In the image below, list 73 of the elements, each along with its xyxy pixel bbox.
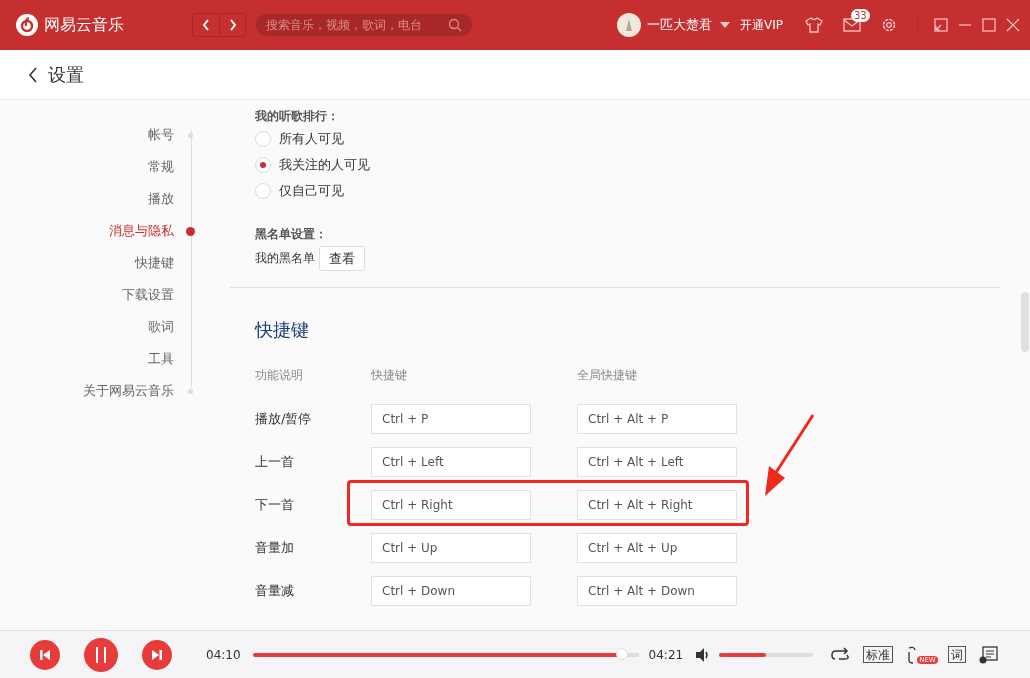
duration-time: 04:21 xyxy=(648,647,684,662)
lyrics-button[interactable]: 词 xyxy=(947,646,966,663)
sidebar-item[interactable]: 下载设置 xyxy=(122,286,174,304)
user-name[interactable]: 一匹大楚君 xyxy=(647,16,712,34)
section-title: 黑名单设置： xyxy=(255,226,328,243)
radio-button[interactable] xyxy=(255,157,271,173)
timeline-dot xyxy=(188,132,193,138)
mail-icon[interactable] xyxy=(843,18,861,32)
shortcut-field[interactable]: Ctrl + Alt + Up xyxy=(577,532,737,563)
next-button[interactable] xyxy=(142,639,172,670)
mini-mode-icon[interactable] xyxy=(934,18,948,32)
dropdown-caret-icon[interactable] xyxy=(720,22,730,28)
sidebar-item[interactable]: 常规 xyxy=(148,158,174,176)
search-icon[interactable] xyxy=(448,18,462,32)
sidebar-item[interactable]: 播放 xyxy=(148,190,174,208)
view-button[interactable]: 查看 xyxy=(319,246,365,271)
column-header: 快捷键 xyxy=(371,367,408,384)
sidebar-item[interactable]: 帐号 xyxy=(148,126,174,144)
previous-icon xyxy=(39,648,51,661)
shortcut-action: 播放/暂停 xyxy=(255,409,313,428)
timeline-dot xyxy=(186,226,195,236)
page-title: 设置 xyxy=(48,62,84,87)
section-title: 我的听歌排行： xyxy=(255,108,340,125)
section-heading: 快捷键 xyxy=(255,318,310,342)
shortcut-field[interactable]: Ctrl + Alt + P xyxy=(577,403,737,434)
sidebar-item[interactable]: 关于网易云音乐 xyxy=(83,382,174,400)
radio-label[interactable]: 我关注的人可见 xyxy=(279,156,370,174)
tshirt-icon[interactable] xyxy=(805,17,823,33)
shortcut-field[interactable]: Ctrl + P xyxy=(371,403,531,434)
back-icon xyxy=(202,19,210,31)
radio-label[interactable]: 仅自己可见 xyxy=(279,182,344,200)
logo-icon xyxy=(16,14,38,36)
search-field[interactable]: 搜索音乐，视频，歌词，电台 xyxy=(256,14,472,36)
next-icon xyxy=(151,648,163,661)
shortcut-action: 下一首 xyxy=(255,495,295,514)
scrollbar-thumb[interactable] xyxy=(1021,292,1029,352)
sidebar-item[interactable]: 歌词 xyxy=(148,318,174,336)
sidebar-item[interactable]: 工具 xyxy=(148,350,174,368)
maximize-icon[interactable] xyxy=(982,18,996,32)
blacklist-label: 我的黑名单 xyxy=(255,250,315,267)
shortcut-field[interactable]: Ctrl + Left xyxy=(371,446,531,477)
shortcut-field[interactable]: Ctrl + Up xyxy=(371,532,531,563)
shortcut-action: 上一首 xyxy=(255,452,295,471)
shortcut-action: 音量减 xyxy=(255,581,295,600)
settings-icon[interactable] xyxy=(881,17,897,33)
forward-icon xyxy=(228,19,237,31)
back-icon[interactable] xyxy=(28,66,38,83)
pause-icon xyxy=(95,646,107,663)
radio-label[interactable]: 所有人可见 xyxy=(279,130,344,148)
vip-link[interactable]: 开通VIP xyxy=(740,16,783,34)
shortcut-field[interactable]: Ctrl + Down xyxy=(371,575,531,606)
quality-button[interactable]: 标准 xyxy=(863,646,894,663)
elapsed-time: 04:10 xyxy=(206,647,241,662)
avatar[interactable] xyxy=(617,13,641,37)
sidebar-item[interactable]: 快捷键 xyxy=(135,254,174,272)
timeline-dot xyxy=(188,388,193,394)
pause-button[interactable] xyxy=(84,637,118,672)
shortcut-field[interactable]: Ctrl + Right xyxy=(371,489,531,520)
playlist-icon[interactable] xyxy=(977,645,998,664)
radio-button[interactable] xyxy=(255,183,271,199)
column-header: 功能说明 xyxy=(255,367,304,384)
mail-count-badge: 33 xyxy=(851,9,870,22)
sidebar-item[interactable]: 消息与隐私 xyxy=(109,222,174,240)
previous-button[interactable] xyxy=(30,639,60,670)
app-name: 网易云音乐 xyxy=(44,14,124,36)
progress-handle[interactable] xyxy=(616,647,629,660)
radio-button[interactable] xyxy=(255,131,271,147)
close-icon[interactable] xyxy=(1006,18,1020,32)
shortcut-field[interactable]: Ctrl + Alt + Left xyxy=(577,446,737,477)
column-header: 全局快捷键 xyxy=(577,367,638,384)
shortcut-action: 音量加 xyxy=(255,538,295,557)
shortcut-field[interactable]: Ctrl + Alt + Down xyxy=(577,575,737,606)
shortcut-field[interactable]: Ctrl + Alt + Right xyxy=(577,489,737,520)
